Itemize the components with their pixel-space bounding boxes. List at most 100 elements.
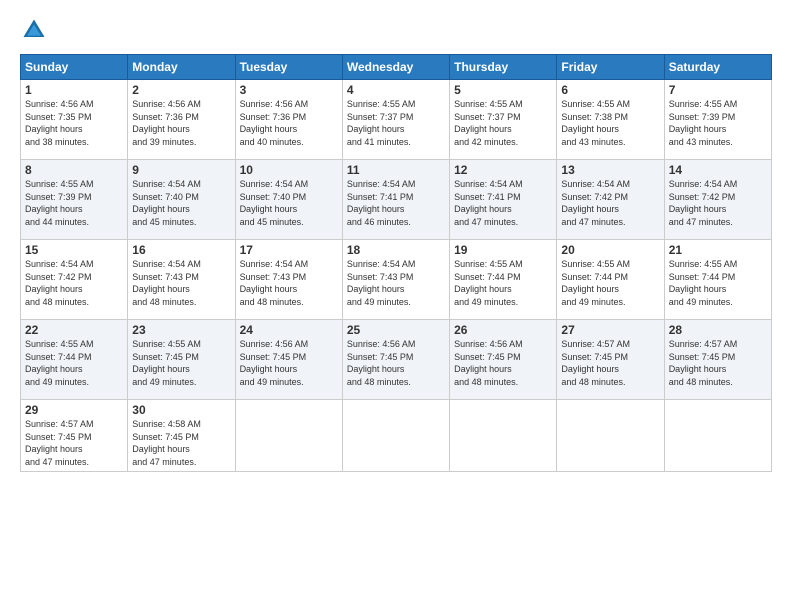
logo [20,16,52,44]
day-number: 3 [240,83,338,97]
table-row: 26Sunrise: 4:56 AMSunset: 7:45 PMDayligh… [450,320,557,400]
day-info: Sunrise: 4:56 AMSunset: 7:36 PMDaylight … [240,98,338,148]
table-row: 3Sunrise: 4:56 AMSunset: 7:36 PMDaylight… [235,80,342,160]
table-row: 21Sunrise: 4:55 AMSunset: 7:44 PMDayligh… [664,240,771,320]
day-info: Sunrise: 4:55 AMSunset: 7:37 PMDaylight … [347,98,445,148]
day-info: Sunrise: 4:55 AMSunset: 7:38 PMDaylight … [561,98,659,148]
day-info: Sunrise: 4:55 AMSunset: 7:44 PMDaylight … [669,258,767,308]
day-number: 6 [561,83,659,97]
day-number: 20 [561,243,659,257]
day-number: 29 [25,403,123,417]
day-info: Sunrise: 4:56 AMSunset: 7:45 PMDaylight … [240,338,338,388]
table-row: 4Sunrise: 4:55 AMSunset: 7:37 PMDaylight… [342,80,449,160]
day-number: 30 [132,403,230,417]
calendar-header-row: Sunday Monday Tuesday Wednesday Thursday… [21,55,772,80]
table-row: 13Sunrise: 4:54 AMSunset: 7:42 PMDayligh… [557,160,664,240]
page: Sunday Monday Tuesday Wednesday Thursday… [0,0,792,612]
day-number: 28 [669,323,767,337]
day-info: Sunrise: 4:55 AMSunset: 7:39 PMDaylight … [669,98,767,148]
day-number: 22 [25,323,123,337]
day-info: Sunrise: 4:57 AMSunset: 7:45 PMDaylight … [25,418,123,468]
table-row: 6Sunrise: 4:55 AMSunset: 7:38 PMDaylight… [557,80,664,160]
day-info: Sunrise: 4:55 AMSunset: 7:44 PMDaylight … [25,338,123,388]
logo-icon [20,16,48,44]
table-row: 15Sunrise: 4:54 AMSunset: 7:42 PMDayligh… [21,240,128,320]
day-info: Sunrise: 4:55 AMSunset: 7:45 PMDaylight … [132,338,230,388]
day-number: 16 [132,243,230,257]
table-row: 10Sunrise: 4:54 AMSunset: 7:40 PMDayligh… [235,160,342,240]
table-row: 23Sunrise: 4:55 AMSunset: 7:45 PMDayligh… [128,320,235,400]
day-number: 26 [454,323,552,337]
table-row: 17Sunrise: 4:54 AMSunset: 7:43 PMDayligh… [235,240,342,320]
day-number: 10 [240,163,338,177]
day-info: Sunrise: 4:54 AMSunset: 7:42 PMDaylight … [561,178,659,228]
col-tuesday: Tuesday [235,55,342,80]
day-number: 18 [347,243,445,257]
calendar-table: Sunday Monday Tuesday Wednesday Thursday… [20,54,772,472]
table-row: 28Sunrise: 4:57 AMSunset: 7:45 PMDayligh… [664,320,771,400]
day-number: 17 [240,243,338,257]
day-number: 1 [25,83,123,97]
day-info: Sunrise: 4:55 AMSunset: 7:37 PMDaylight … [454,98,552,148]
table-row [664,400,771,472]
table-row: 22Sunrise: 4:55 AMSunset: 7:44 PMDayligh… [21,320,128,400]
table-row: 2Sunrise: 4:56 AMSunset: 7:36 PMDaylight… [128,80,235,160]
day-info: Sunrise: 4:57 AMSunset: 7:45 PMDaylight … [669,338,767,388]
table-row: 18Sunrise: 4:54 AMSunset: 7:43 PMDayligh… [342,240,449,320]
table-row: 19Sunrise: 4:55 AMSunset: 7:44 PMDayligh… [450,240,557,320]
col-monday: Monday [128,55,235,80]
day-number: 24 [240,323,338,337]
day-info: Sunrise: 4:55 AMSunset: 7:44 PMDaylight … [561,258,659,308]
day-info: Sunrise: 4:54 AMSunset: 7:40 PMDaylight … [132,178,230,228]
day-number: 9 [132,163,230,177]
day-number: 4 [347,83,445,97]
day-info: Sunrise: 4:54 AMSunset: 7:43 PMDaylight … [240,258,338,308]
day-number: 15 [25,243,123,257]
col-wednesday: Wednesday [342,55,449,80]
day-number: 13 [561,163,659,177]
day-number: 19 [454,243,552,257]
col-thursday: Thursday [450,55,557,80]
day-info: Sunrise: 4:54 AMSunset: 7:40 PMDaylight … [240,178,338,228]
table-row [235,400,342,472]
day-number: 27 [561,323,659,337]
header [20,16,772,44]
table-row: 16Sunrise: 4:54 AMSunset: 7:43 PMDayligh… [128,240,235,320]
table-row [557,400,664,472]
col-sunday: Sunday [21,55,128,80]
col-friday: Friday [557,55,664,80]
table-row: 9Sunrise: 4:54 AMSunset: 7:40 PMDaylight… [128,160,235,240]
day-number: 25 [347,323,445,337]
table-row: 25Sunrise: 4:56 AMSunset: 7:45 PMDayligh… [342,320,449,400]
day-number: 8 [25,163,123,177]
day-number: 12 [454,163,552,177]
day-number: 23 [132,323,230,337]
day-info: Sunrise: 4:54 AMSunset: 7:41 PMDaylight … [454,178,552,228]
table-row: 29Sunrise: 4:57 AMSunset: 7:45 PMDayligh… [21,400,128,472]
day-info: Sunrise: 4:55 AMSunset: 7:44 PMDaylight … [454,258,552,308]
day-info: Sunrise: 4:56 AMSunset: 7:45 PMDaylight … [454,338,552,388]
day-info: Sunrise: 4:55 AMSunset: 7:39 PMDaylight … [25,178,123,228]
day-info: Sunrise: 4:54 AMSunset: 7:43 PMDaylight … [132,258,230,308]
table-row: 20Sunrise: 4:55 AMSunset: 7:44 PMDayligh… [557,240,664,320]
day-info: Sunrise: 4:56 AMSunset: 7:45 PMDaylight … [347,338,445,388]
day-info: Sunrise: 4:56 AMSunset: 7:35 PMDaylight … [25,98,123,148]
day-info: Sunrise: 4:56 AMSunset: 7:36 PMDaylight … [132,98,230,148]
table-row: 24Sunrise: 4:56 AMSunset: 7:45 PMDayligh… [235,320,342,400]
table-row: 11Sunrise: 4:54 AMSunset: 7:41 PMDayligh… [342,160,449,240]
col-saturday: Saturday [664,55,771,80]
day-info: Sunrise: 4:57 AMSunset: 7:45 PMDaylight … [561,338,659,388]
day-number: 21 [669,243,767,257]
table-row: 30Sunrise: 4:58 AMSunset: 7:45 PMDayligh… [128,400,235,472]
table-row: 5Sunrise: 4:55 AMSunset: 7:37 PMDaylight… [450,80,557,160]
table-row: 12Sunrise: 4:54 AMSunset: 7:41 PMDayligh… [450,160,557,240]
table-row [450,400,557,472]
day-number: 5 [454,83,552,97]
day-info: Sunrise: 4:54 AMSunset: 7:41 PMDaylight … [347,178,445,228]
day-number: 7 [669,83,767,97]
day-info: Sunrise: 4:54 AMSunset: 7:42 PMDaylight … [669,178,767,228]
table-row: 27Sunrise: 4:57 AMSunset: 7:45 PMDayligh… [557,320,664,400]
day-info: Sunrise: 4:54 AMSunset: 7:43 PMDaylight … [347,258,445,308]
table-row [342,400,449,472]
day-number: 14 [669,163,767,177]
